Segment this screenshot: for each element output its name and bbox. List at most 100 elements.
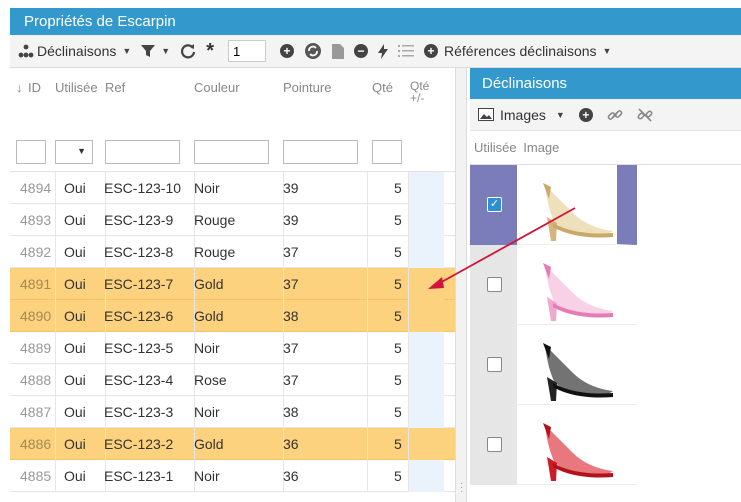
plus-circle-icon: + [280,44,295,58]
gold-shoe-icon [543,183,613,241]
plus-circle-icon: + [424,44,439,58]
column-header-ref[interactable]: Ref [105,80,125,95]
document-button[interactable] [332,43,345,59]
qty-cell: 5 [394,468,402,484]
list-item[interactable] [470,405,741,485]
color-filter-input[interactable] [194,140,269,164]
qty-cell: 5 [394,372,402,388]
references-label: Références déclinaisons [444,43,597,59]
column-divider [408,236,409,268]
column-divider [408,396,409,428]
table-row[interactable]: 4885 Oui ESC-123-1 Noir 36 5 [10,460,455,492]
qty-filter-input[interactable] [372,140,402,164]
qty-delta-cell[interactable] [408,460,444,492]
used-cell: Oui [64,308,86,324]
table-row[interactable]: 4890 Oui ESC-123-6 Gold 38 5 [10,300,455,332]
used-cell: Oui [64,436,86,452]
image-cell[interactable] [517,325,637,405]
column-header-image[interactable]: Image [523,140,559,155]
id-cell: 4888 [20,372,52,388]
asterisk-button[interactable]: * [206,41,214,61]
id-cell: 4892 [20,244,52,260]
color-cell: Noir [194,340,220,356]
table-row[interactable]: 4888 Oui ESC-123-4 Rose 37 5 [10,364,455,396]
chevron-down-icon: ▼ [602,46,612,56]
image-cell[interactable] [517,245,637,325]
qty-delta-cell[interactable] [408,332,444,364]
color-cell: Gold [194,276,224,292]
qty-delta-cell[interactable] [408,396,444,428]
qty-delta-cell[interactable] [408,204,444,236]
table-row[interactable]: 4892 Oui ESC-123-8 Rouge 37 5 [10,236,455,268]
add-image-button[interactable]: + [578,107,593,122]
table-row[interactable]: 4894 Oui ESC-123-10 Noir 39 5 [10,172,455,204]
qty-delta-cell[interactable] [408,364,444,396]
refresh-button[interactable] [180,43,196,59]
qty-delta-cell[interactable] [408,268,444,300]
qty-delta-cell[interactable] [408,236,444,268]
table-row[interactable]: 4886 Oui ESC-123-2 Gold 36 5 [10,428,455,460]
column-header-used[interactable]: Utilisée [55,80,98,95]
sync-button[interactable] [304,42,322,60]
column-header-size[interactable]: Pointure [283,80,331,95]
id-cell: 4891 [20,276,52,292]
references-declinaisons-button[interactable]: + Références déclinaisons ▼ [424,43,611,59]
id-cell: 4885 [20,468,52,484]
column-divider [367,236,368,268]
unlink-button[interactable] [637,107,653,123]
ref-filter-input[interactable] [105,140,180,164]
used-checkbox[interactable] [487,277,502,292]
column-header-qty-delta[interactable]: Qté +/- [410,80,436,104]
image-cell[interactable] [517,405,637,485]
ref-cell: ESC-123-10 [104,180,182,196]
remove-button[interactable]: − [354,44,369,58]
table-row[interactable]: 4893 Oui ESC-123-9 Rouge 39 5 [10,204,455,236]
column-divider [408,332,409,364]
column-header-id[interactable]: ID [28,80,41,95]
refresh-icon [181,44,196,59]
add-button[interactable]: + [280,44,295,58]
id-cell: 4889 [20,340,52,356]
list-item[interactable] [470,245,741,325]
grid-header: ↓ ID Utilisée Ref Couleur Pointure Qté Q… [10,68,455,140]
filter-menu[interactable]: ▼ [141,44,170,58]
filter-icon [141,45,156,57]
red-shoe-icon [543,423,613,481]
used-filter-select[interactable]: ▼ [55,140,93,164]
column-divider [367,396,368,428]
images-menu[interactable]: Images ▼ [478,107,565,123]
id-filter-input[interactable] [16,140,46,164]
used-checkbox[interactable] [487,357,502,372]
used-checkbox[interactable] [487,437,502,452]
declinaisons-label: Déclinaisons [37,43,117,59]
used-cell: Oui [64,244,86,260]
color-cell: Gold [194,308,224,324]
column-header-used[interactable]: Utilisée [474,140,517,155]
link-icon [607,109,623,120]
column-divider [55,268,56,300]
column-header-qty[interactable]: Qté [372,80,393,95]
qty-cell: 5 [394,308,402,324]
splitter-grip-icon: · · · [460,478,464,497]
qty-delta-cell[interactable] [408,300,444,332]
bolt-button[interactable] [378,43,389,59]
image-cell[interactable] [517,165,637,245]
used-cell [470,245,517,325]
qty-cell: 5 [394,180,402,196]
qty-delta-cell[interactable] [408,172,444,204]
list-item[interactable]: ✓ [470,165,741,245]
link-button[interactable] [607,107,623,123]
column-divider [367,460,368,492]
page-number-input[interactable] [228,40,267,62]
size-filter-input[interactable] [283,140,358,164]
table-row[interactable]: 4891 Oui ESC-123-7 Gold 37 5 [10,268,455,300]
column-header-color[interactable]: Couleur [194,80,240,95]
qty-delta-cell[interactable] [408,428,444,460]
table-row[interactable]: 4887 Oui ESC-123-3 Noir 38 5 [10,396,455,428]
list-item[interactable] [470,325,741,405]
declinaisons-menu[interactable]: Déclinaisons ▼ [18,43,131,59]
panel-splitter[interactable]: · · · [455,68,467,502]
table-row[interactable]: 4889 Oui ESC-123-5 Noir 37 5 [10,332,455,364]
used-checkbox[interactable]: ✓ [487,197,502,212]
list-button[interactable] [398,44,415,58]
